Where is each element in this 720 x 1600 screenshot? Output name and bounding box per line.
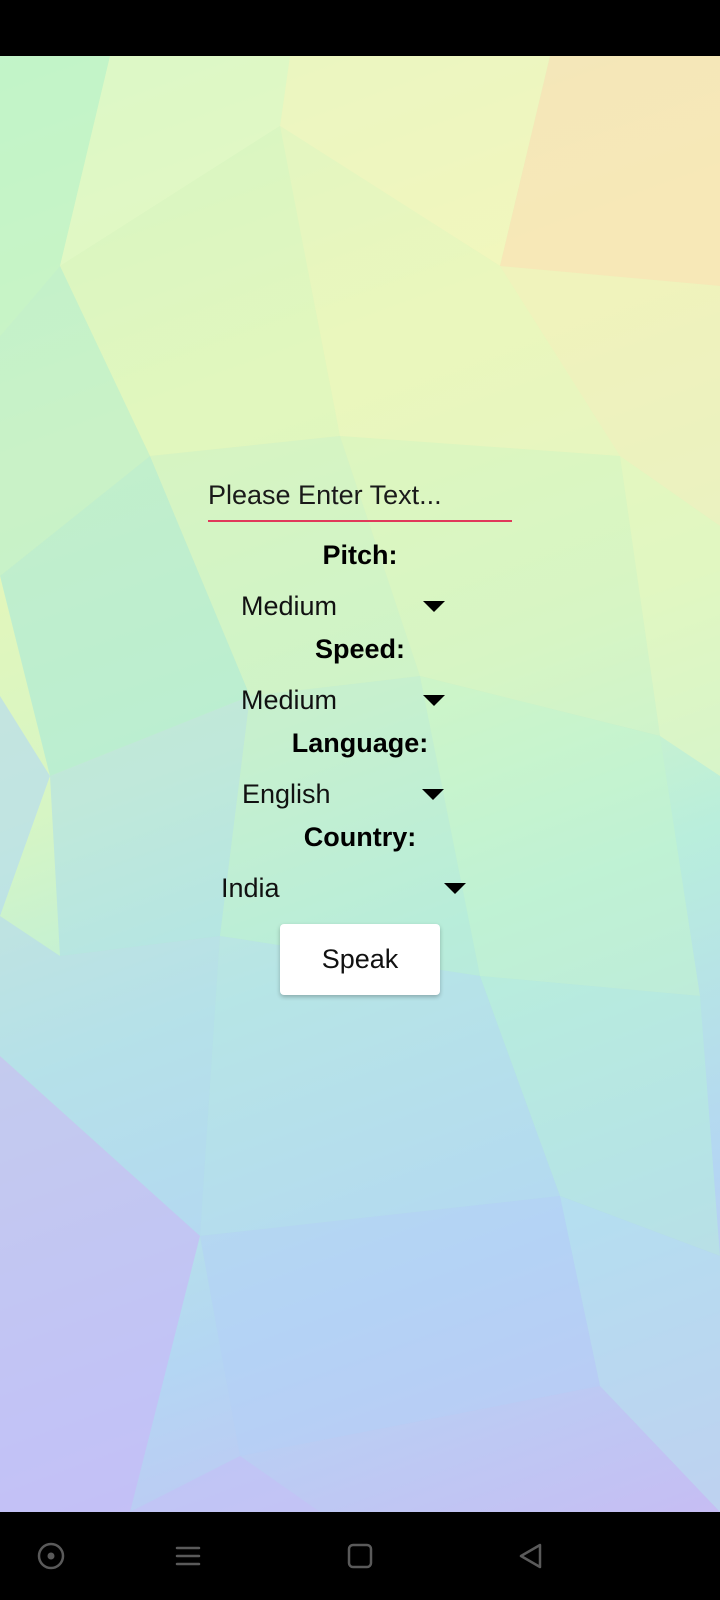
country-dropdown[interactable]: India [221, 866, 466, 910]
speak-button[interactable]: Speak [280, 924, 440, 995]
dropdown-arrow-icon [444, 882, 466, 894]
pitch-label: Pitch: [322, 540, 398, 570]
language-label: Language: [291, 728, 429, 758]
navigation-bar [0, 1512, 720, 1600]
language-dropdown[interactable]: English [242, 772, 444, 816]
country-label: Country: [303, 822, 417, 852]
menu-icon[interactable] [166, 1534, 210, 1578]
pitch-value: Medium [241, 590, 338, 621]
language-value: English [242, 778, 331, 809]
screen: Pitch: Medium Speed: Medium Language: En… [0, 0, 720, 1600]
dropdown-arrow-icon [423, 600, 445, 612]
dropdown-arrow-icon [422, 788, 444, 800]
status-bar [0, 0, 720, 56]
app-background: Pitch: Medium Speed: Medium Language: En… [0, 56, 720, 1512]
speed-label: Speed: [314, 634, 406, 664]
country-value: India [221, 872, 280, 903]
speed-value: Medium [241, 684, 338, 715]
speed-dropdown[interactable]: Medium [241, 678, 445, 722]
pitch-dropdown[interactable]: Medium [241, 584, 445, 628]
back-triangle-icon[interactable] [509, 1534, 553, 1578]
text-input[interactable] [208, 470, 512, 522]
home-square-icon[interactable] [338, 1534, 382, 1578]
target-circle-icon[interactable] [29, 1534, 73, 1578]
dropdown-arrow-icon [423, 694, 445, 706]
